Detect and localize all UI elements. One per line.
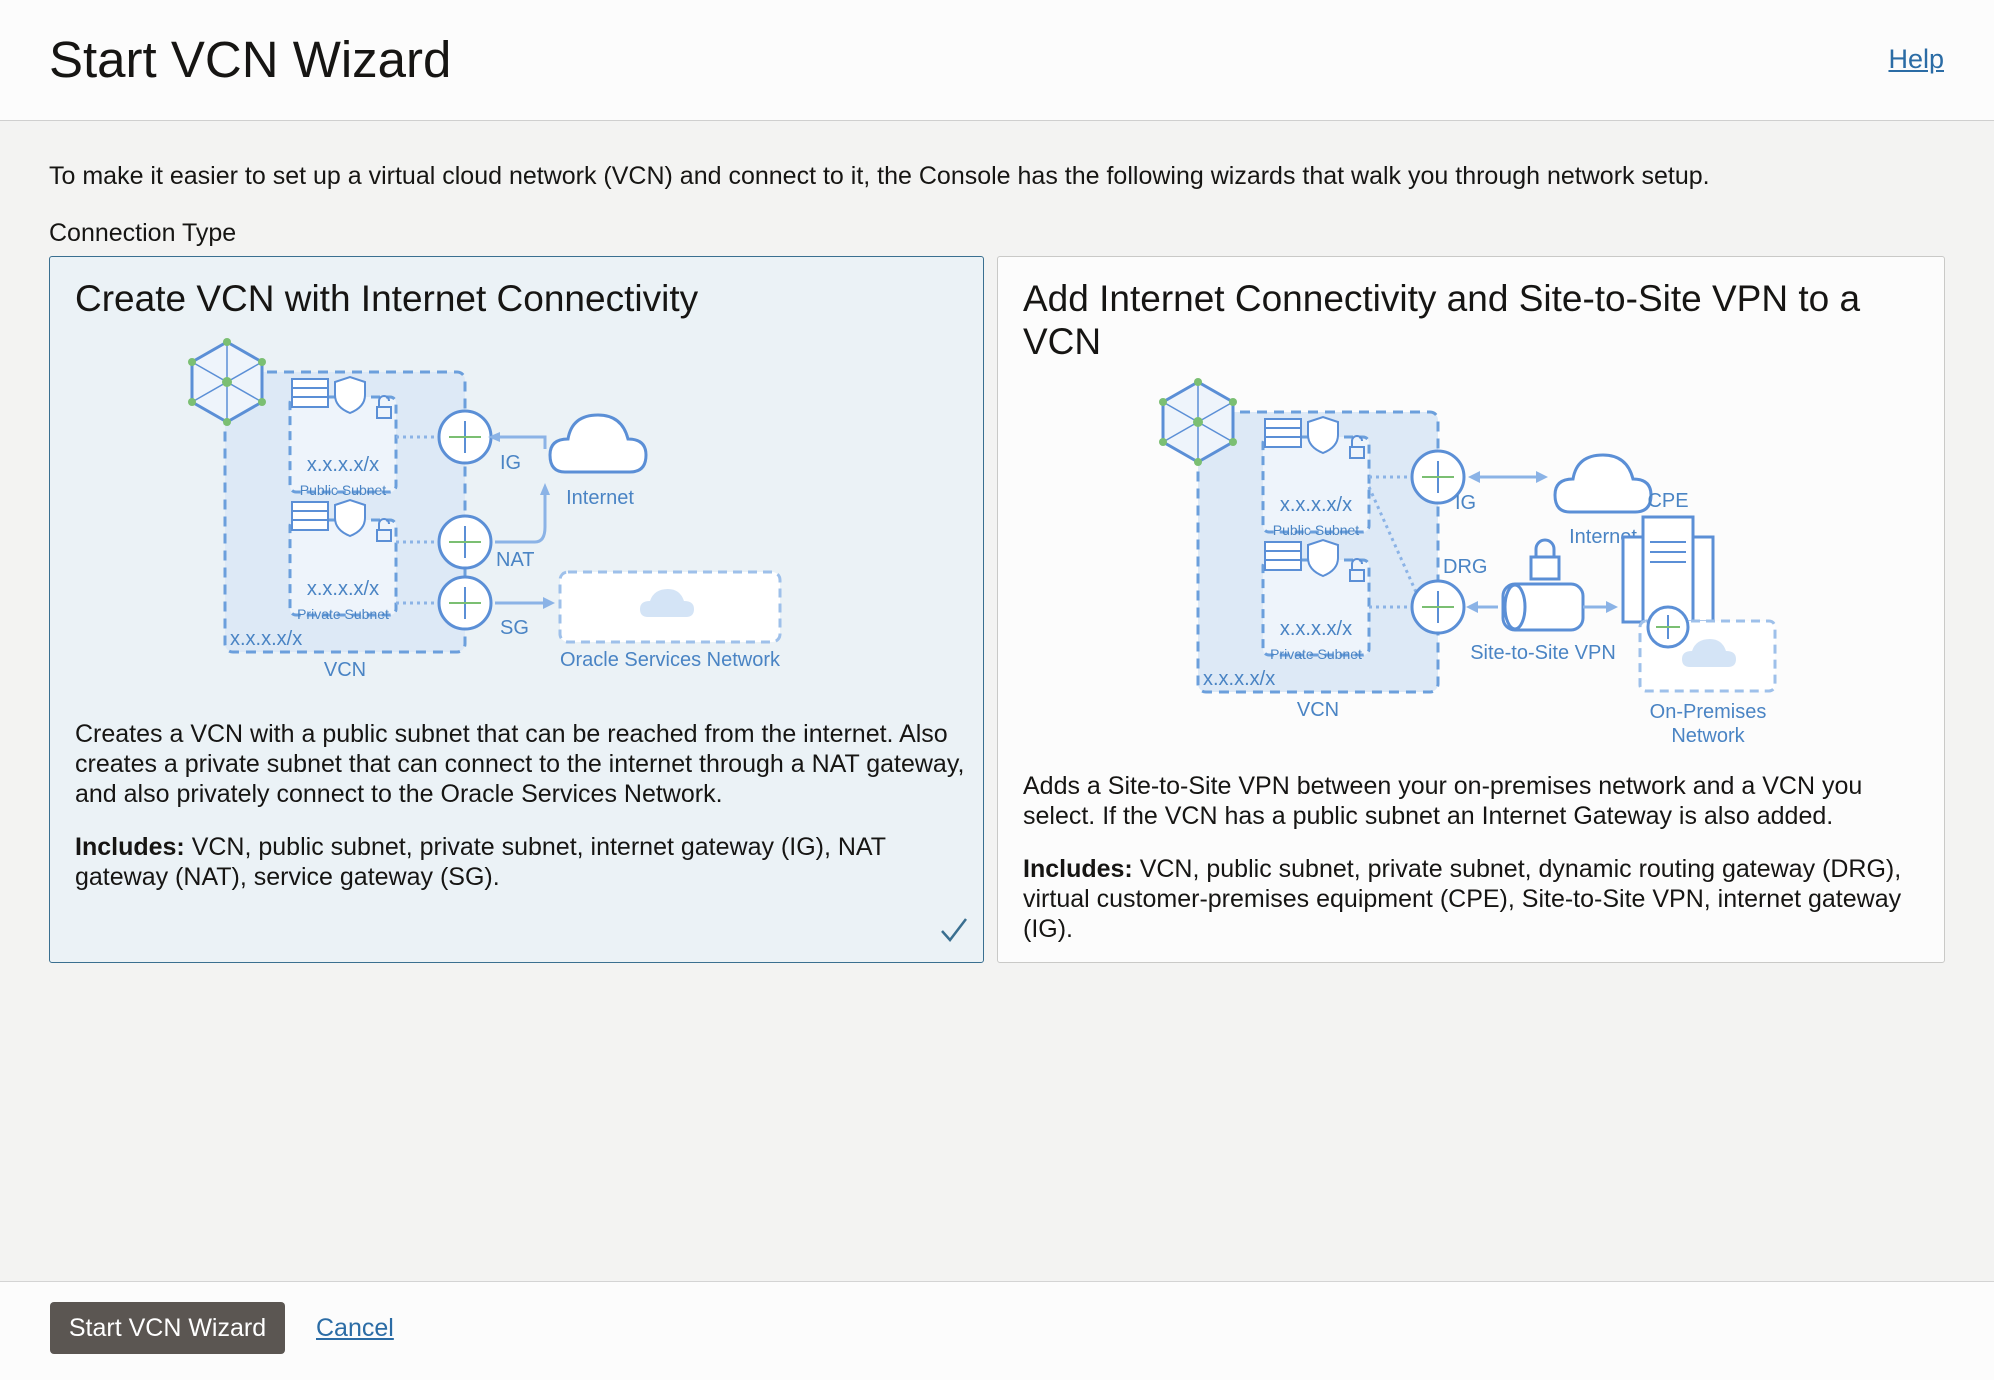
card-title: Create VCN with Internet Connectivity (75, 278, 699, 319)
page-header: Start VCN Wizard Help (0, 0, 1994, 121)
vpn-label: Site-to-Site VPN (1470, 642, 1616, 664)
page-title: Start VCN Wizard (49, 31, 452, 88)
gateway-sg-icon (437, 575, 493, 631)
ig-label: IG (1455, 492, 1476, 514)
oracle-services-label: Oracle Services Network (560, 649, 781, 671)
card-description: Adds a Site-to-Site VPN between your on-… (1023, 772, 1863, 830)
vcn-cidr-label: x.x.x.x/x (230, 628, 302, 650)
internet-label: Internet (566, 487, 634, 509)
vcn-label: VCN (1297, 699, 1339, 721)
public-subnet-label: Public Subnet (300, 482, 387, 498)
private-subnet-label: Private Subnet (1270, 646, 1362, 662)
public-subnet-cidr: x.x.x.x/x (307, 454, 379, 476)
gateway-nat-icon (437, 514, 493, 570)
on-prem-label-line1: On-Premises (1650, 701, 1767, 723)
nat-label: NAT (496, 549, 535, 571)
gateway-ig-icon (437, 409, 493, 465)
card-includes: Includes: VCN, public subnet, private su… (1023, 854, 1913, 944)
vpn-tunnel-icon (1501, 538, 1585, 632)
private-subnet-box (1261, 558, 1371, 657)
public-subnet-box (1261, 435, 1371, 534)
help-link[interactable]: Help (1888, 44, 1944, 75)
drg-label: DRG (1443, 556, 1487, 578)
internet-cloud-icon (1553, 453, 1653, 514)
card-title: Add Internet Connectivity and Site-to-Si… (1023, 278, 1861, 362)
checkmark-icon (941, 918, 967, 942)
private-subnet-cidr: x.x.x.x/x (1280, 618, 1352, 640)
sg-label: SG (500, 617, 529, 639)
public-subnet-cidr: x.x.x.x/x (1280, 494, 1352, 516)
intro-text: To make it easier to set up a virtual cl… (49, 162, 1710, 190)
private-subnet-label: Private Subnet (297, 606, 389, 622)
private-subnet-cidr: x.x.x.x/x (307, 578, 379, 600)
card-includes: Includes: VCN, public subnet, private su… (75, 832, 965, 892)
public-subnet-label: Public Subnet (1273, 522, 1360, 538)
connection-type-card-internet[interactable]: Create VCN with Internet Connectivity x.… (49, 256, 984, 963)
ig-label: IG (500, 452, 521, 474)
connection-type-card-vpn[interactable]: Add Internet Connectivity and Site-to-Si… (997, 256, 1945, 963)
includes-label: Includes: (75, 833, 185, 861)
on-prem-label-line2: Network (1671, 725, 1745, 747)
vcn-vpn-diagram: x.x.x.x/x Public Subnet x.x.x.x/x Privat… (1159, 378, 1777, 747)
includes-text: VCN, public subnet, private subnet, dyna… (1023, 855, 1902, 943)
public-subnet-box (288, 395, 398, 494)
connection-type-label: Connection Type (49, 219, 237, 247)
start-vcn-wizard-button[interactable]: Start VCN Wizard (50, 1302, 285, 1354)
vcn-cidr-label: x.x.x.x/x (1203, 668, 1275, 690)
cpe-label: CPE (1647, 490, 1688, 512)
page-footer: Start VCN Wizard Cancel (0, 1281, 1994, 1380)
private-subnet-box (288, 518, 398, 617)
vcn-internet-diagram: x.x.x.x/x Public Subnet x.x.x.x/x Privat… (188, 338, 782, 681)
card-description: Creates a VCN with a public subnet that … (75, 720, 965, 808)
cancel-link[interactable]: Cancel (316, 1314, 394, 1343)
gateway-drg-icon (1410, 579, 1466, 635)
includes-text: VCN, public subnet, private subnet, inte… (75, 833, 886, 891)
internet-cloud-icon (548, 413, 648, 474)
vcn-label: VCN (324, 659, 366, 681)
includes-label: Includes: (1023, 855, 1133, 883)
